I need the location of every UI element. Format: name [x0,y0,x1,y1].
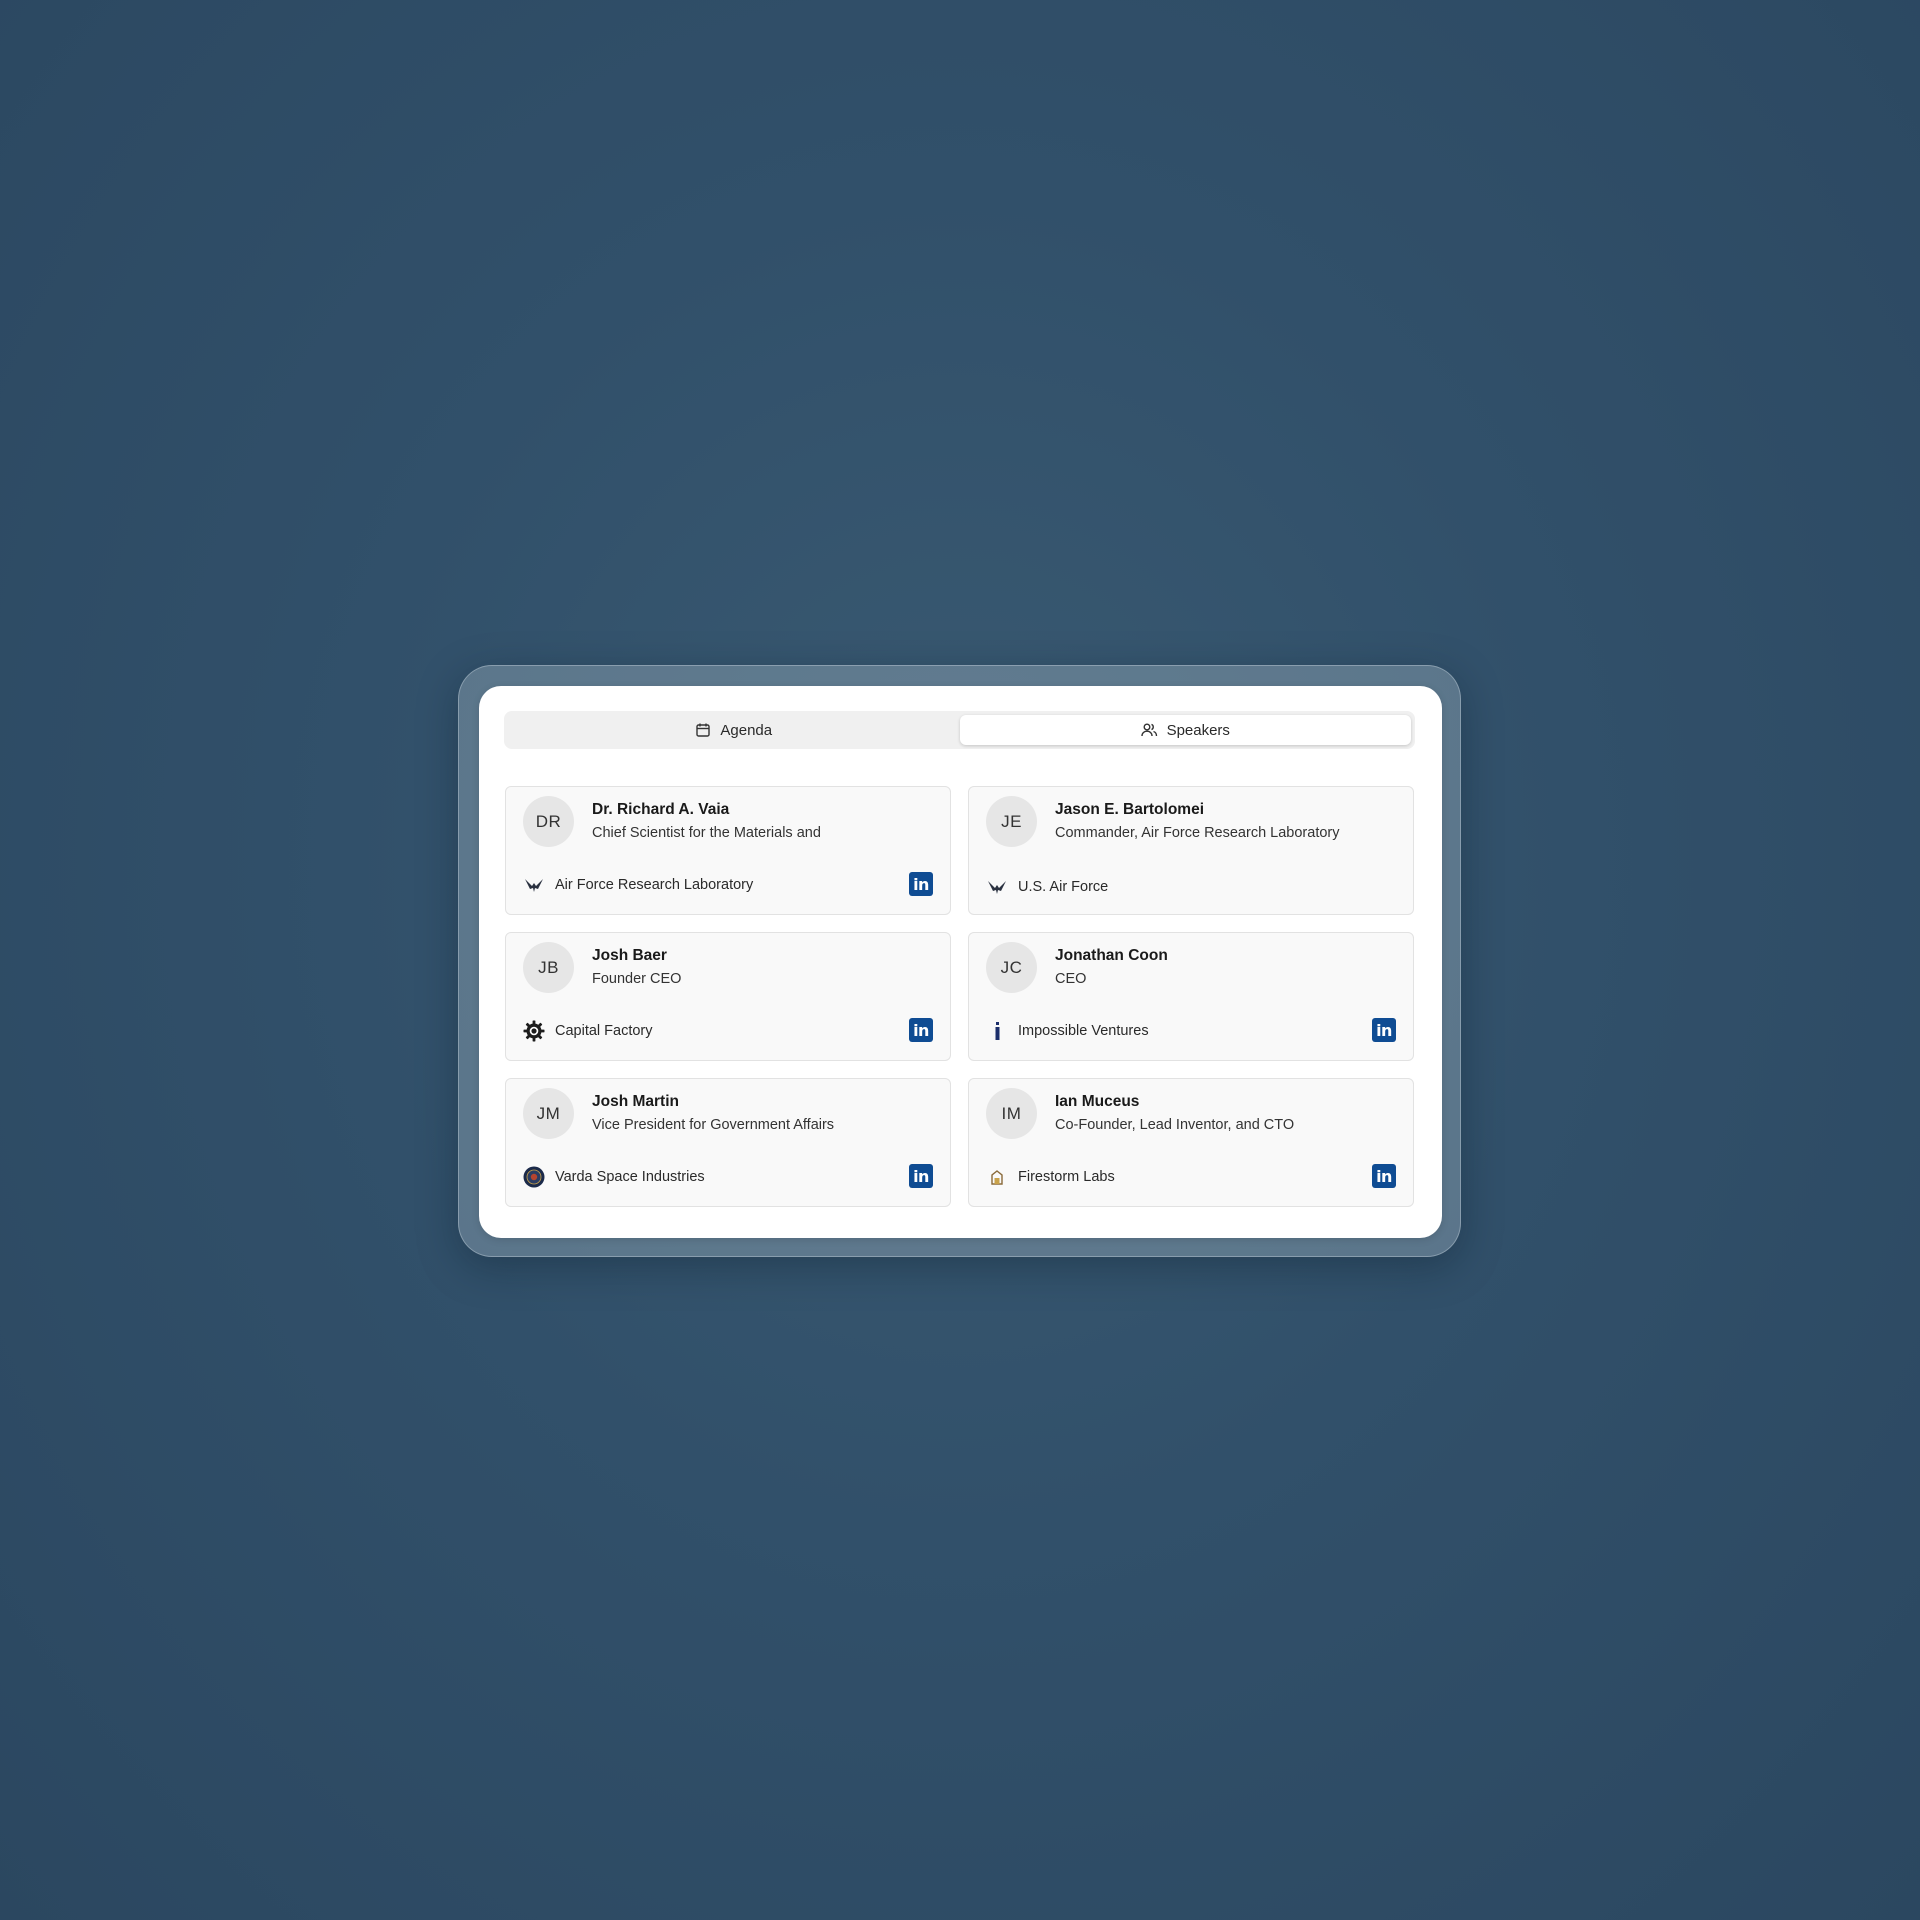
speaker-card[interactable]: JC Jonathan Coon CEO Impossible Ventures… [968,932,1414,1061]
linkedin-icon[interactable]: in [1372,1164,1396,1188]
speaker-name: Jason E. Bartolomei [1055,801,1205,818]
window-frame: Agenda Speakers DR Dr. Richard A. Vaia C… [458,665,1461,1257]
air-force-wings-icon [523,874,545,896]
avatar: JM [523,1088,574,1139]
avatar: IM [986,1088,1037,1139]
speaker-org: Varda Space Industries [523,1166,705,1188]
speaker-name: Josh Martin [592,1093,679,1110]
speaker-org-name: Air Force Research Laboratory [555,877,754,893]
avatar: JE [986,796,1037,847]
speaker-title: Founder CEO [592,971,682,987]
speaker-title: Chief Scientist for the Materials and [592,825,821,841]
avatar: JB [523,942,574,993]
speaker-card[interactable]: IM Ian Muceus Co-Founder, Lead Inventor,… [968,1078,1414,1207]
tab-bar: Agenda Speakers [504,711,1415,749]
speaker-title: Commander, Air Force Research Laboratory [1055,825,1340,841]
letter-i-logo-icon [986,1020,1008,1042]
speaker-org-name: Impossible Ventures [1018,1023,1149,1039]
speaker-name: Ian Muceus [1055,1093,1140,1110]
avatar: JC [986,942,1037,993]
speaker-name: Dr. Richard A. Vaia [592,801,730,818]
speaker-org: Capital Factory [523,1020,653,1042]
speaker-org: Firestorm Labs [986,1166,1115,1188]
speaker-card[interactable]: DR Dr. Richard A. Vaia Chief Scientist f… [505,786,951,915]
speaker-title: CEO [1055,971,1087,987]
users-icon [1140,722,1158,738]
speaker-card[interactable]: JE Jason E. Bartolomei Commander, Air Fo… [968,786,1414,915]
speaker-grid: DR Dr. Richard A. Vaia Chief Scientist f… [505,786,1417,1207]
tab-speakers-label: Speakers [1166,721,1230,739]
speaker-org-name: Varda Space Industries [555,1169,705,1185]
linkedin-icon[interactable]: in [909,1018,933,1042]
speaker-name: Jonathan Coon [1055,947,1168,964]
tab-agenda[interactable]: Agenda [508,715,960,745]
speaker-org: U.S. Air Force [986,876,1108,898]
speaker-org-name: Capital Factory [555,1023,653,1039]
speaker-org-name: Firestorm Labs [1018,1169,1115,1185]
speaker-card[interactable]: JM Josh Martin Vice President for Govern… [505,1078,951,1207]
linkedin-icon[interactable]: in [909,1164,933,1188]
speaker-name: Josh Baer [592,947,667,964]
speaker-title: Co-Founder, Lead Inventor, and CTO [1055,1117,1295,1133]
avatar: DR [523,796,574,847]
gear-logo-icon [523,1020,545,1042]
linkedin-icon[interactable]: in [909,872,933,896]
speaker-org: Impossible Ventures [986,1020,1149,1042]
firestorm-logo-icon [986,1166,1008,1188]
linkedin-icon[interactable]: in [1372,1018,1396,1042]
speaker-title: Vice President for Government Affairs [592,1117,835,1133]
tab-speakers[interactable]: Speakers [959,715,1411,745]
speaker-card[interactable]: JB Josh Baer Founder CEO Capital Factory… [505,932,951,1061]
speaker-org: Air Force Research Laboratory [523,874,753,896]
air-force-wings-icon [986,876,1008,898]
speakers-panel: Agenda Speakers DR Dr. Richard A. Vaia C… [479,686,1442,1238]
varda-seal-icon [523,1166,545,1188]
calendar-icon [695,722,711,738]
speaker-org-name: U.S. Air Force [1018,879,1109,895]
tab-agenda-label: Agenda [720,721,773,739]
